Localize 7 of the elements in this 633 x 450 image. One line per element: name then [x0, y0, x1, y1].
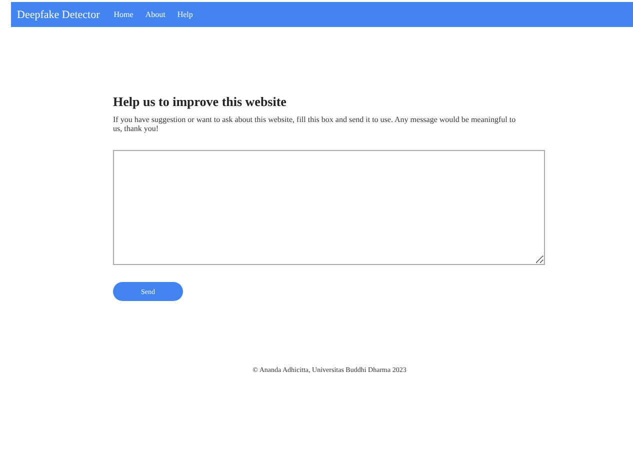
nav-link[interactable]: About — [145, 10, 166, 19]
form-description: If you have suggestion or want to ask about this website, fill this box and send it to use. Any message would be meaningful to us, thank you! — [113, 115, 517, 133]
nav-link[interactable]: Home — [114, 10, 134, 19]
message-field[interactable] — [113, 150, 545, 265]
nav-link[interactable]: Help — [177, 10, 193, 19]
brand-link[interactable]: Deepfake Detector — [17, 8, 100, 20]
form-title: Help us to improve this website — [113, 94, 288, 110]
